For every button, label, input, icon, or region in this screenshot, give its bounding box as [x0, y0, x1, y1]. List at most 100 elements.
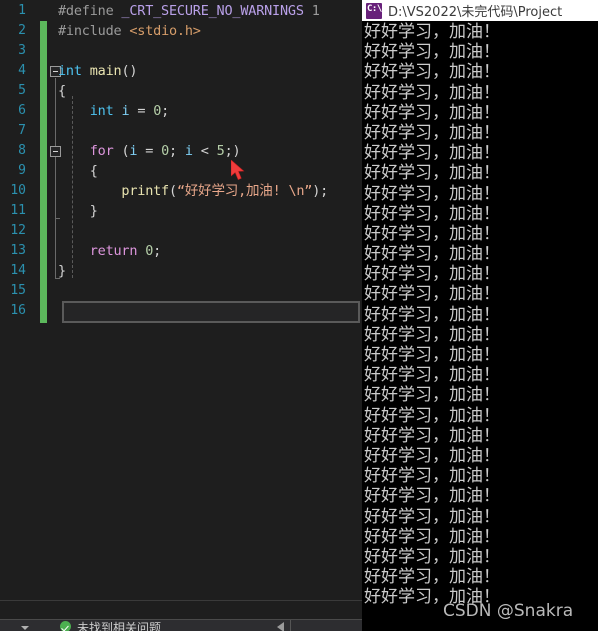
console-output-line: 好好学习，加油！ — [364, 506, 500, 527]
line-number: 13 — [10, 243, 26, 258]
console-output-line: 好好学习，加油！ — [364, 304, 500, 325]
console-output-line: 好好学习，加油！ — [364, 163, 500, 184]
console-output-line: 好好学习，加油！ — [364, 102, 500, 123]
intellisense-empty-box[interactable] — [62, 301, 360, 323]
nav-left-icon[interactable] — [277, 622, 284, 631]
code-token: 0 — [161, 143, 170, 159]
line-number: 16 — [10, 303, 26, 318]
line-number: 15 — [10, 283, 26, 298]
code-line[interactable]: int i = 0; — [58, 101, 170, 121]
code-token: #include — [58, 23, 130, 39]
code-token: ; — [161, 103, 170, 119]
console-output-line: 好好学习，加油！ — [364, 42, 500, 63]
code-token: { — [58, 83, 66, 99]
fold-scope-line-for — [55, 158, 56, 218]
console-output-line: 好好学习，加油！ — [364, 425, 500, 446]
code-editor-pane[interactable]: 1 2 3 4 5 6 7 8 9 10 11 12 13 14 15 16 #define _CRT_SEC… — [0, 0, 362, 631]
line-number: 6 — [18, 103, 26, 118]
console-output-line: 好好学习，加油！ — [364, 466, 500, 487]
line-number: 12 — [10, 223, 26, 238]
console-output-line: 好好学习，加油！ — [364, 223, 500, 244]
mouse-cursor-arrow — [230, 159, 247, 182]
console-output-line: 好好学习，加油！ — [364, 62, 500, 83]
code-token: ; — [153, 243, 162, 259]
console-output-line: 好好学习，加油！ — [364, 82, 500, 103]
code-token: ( — [113, 143, 130, 159]
line-number: 1 — [18, 3, 26, 18]
screenshot-root: 1 2 3 4 5 6 7 8 9 10 11 12 13 14 15 16 #define _CRT_SEC… — [0, 0, 598, 631]
status-separator — [290, 620, 291, 631]
console-output-line: 好好学习，加油！ — [364, 526, 500, 547]
code-token: int — [58, 63, 82, 79]
code-line[interactable]: { — [58, 161, 98, 181]
console-window[interactable]: D:\VS2022\未完代码\Project 好好学习，加油！好好学习，加油！好… — [362, 0, 598, 631]
console-output-line: 好好学习，加油！ — [364, 365, 500, 386]
line-number: 5 — [18, 83, 26, 98]
code-token: 0 — [145, 243, 154, 259]
console-output-line: 好好学习，加油！ — [364, 445, 500, 466]
code-token: i — [184, 143, 193, 159]
console-output-line: 好好学习，加油！ — [364, 345, 500, 365]
console-output-line: 好好学习，加油！ — [364, 486, 500, 507]
code-token: #define — [58, 3, 122, 19]
line-number: 10 — [10, 183, 26, 198]
code-token: } — [58, 203, 98, 219]
code-line[interactable]: { — [58, 81, 66, 101]
code-token: < — [192, 143, 217, 159]
code-token: “好好学习,加油! \n” — [176, 183, 313, 199]
code-token: () — [121, 63, 138, 79]
status-message: 未找到相关问题 — [77, 621, 162, 631]
code-token: ); — [312, 183, 329, 199]
line-number: 3 — [18, 43, 26, 58]
console-output-line: 好好学习，加油！ — [364, 546, 500, 567]
line-number: 11 — [10, 203, 26, 218]
code-line[interactable]: } — [58, 261, 66, 281]
line-number: 2 — [18, 23, 26, 38]
line-number: 9 — [18, 163, 26, 178]
code-token: ( — [169, 183, 177, 199]
code-token: printf — [121, 183, 169, 199]
code-line[interactable]: #include <stdio.h> — [58, 21, 201, 41]
line-number: 7 — [18, 123, 26, 138]
code-line[interactable]: int main() — [58, 61, 138, 81]
code-token: ;) — [224, 143, 241, 159]
console-title-text: D:\VS2022\未完代码\Project — [388, 5, 563, 20]
code-token: ; — [169, 143, 185, 159]
console-output-line: 好好学习，加油！ — [364, 143, 500, 164]
console-output-line: 好好学习，加油！ — [364, 203, 500, 224]
code-token: for — [89, 143, 114, 159]
code-line[interactable]: #define _CRT_SECURE_NO_WARNINGS 1 — [58, 1, 320, 21]
code-token: 5 — [216, 143, 225, 159]
line-number: 8 — [18, 143, 26, 158]
console-output-area[interactable]: 好好学习，加油！ 好好学习，加油！ 好好学习，加油！ 好好学习，加油！ 好好学习，加油！… — [362, 21, 598, 631]
code-token: 1 — [303, 3, 320, 19]
code-line[interactable]: } — [58, 201, 98, 221]
console-output-line: 好好学习，加油！ — [364, 244, 500, 265]
code-token: _CRT_SECURE_NO_WARNINGS — [121, 3, 304, 19]
line-number: 4 — [18, 63, 26, 78]
console-output-line: 好好学习，加油！ — [364, 385, 500, 406]
console-output-line: 好好学习，加油！ — [364, 183, 500, 204]
code-line[interactable]: for (i = 0; i < 5;) — [58, 141, 241, 161]
console-output-line: 好好学习，加油！ — [364, 587, 500, 608]
code-token: = — [129, 103, 154, 119]
status-scope-dropdown[interactable] — [8, 622, 58, 631]
editor-bottom-panel: 未找到相关问题 — [0, 600, 362, 631]
code-token: <stdio.h> — [129, 23, 201, 39]
code-line[interactable]: return 0; — [58, 241, 162, 261]
code-token: main — [89, 63, 122, 79]
code-token: return — [89, 243, 138, 259]
code-line[interactable]: printf(“好好学习,加油! \n”); — [58, 181, 328, 201]
console-output-line: 好好学习，加油！ — [364, 22, 500, 42]
console-title-bar[interactable]: D:\VS2022\未完代码\Project — [362, 0, 598, 21]
change-indicator-bar — [40, 21, 47, 323]
code-editing-surface[interactable]: 1 2 3 4 5 6 7 8 9 10 11 12 13 14 15 16 #define _CRT_SEC… — [0, 0, 362, 600]
error-list-status-strip[interactable]: 未找到相关问题 — [0, 619, 362, 631]
code-token: } — [58, 263, 66, 279]
line-number: 14 — [10, 263, 26, 278]
chevron-down-icon — [21, 626, 29, 630]
